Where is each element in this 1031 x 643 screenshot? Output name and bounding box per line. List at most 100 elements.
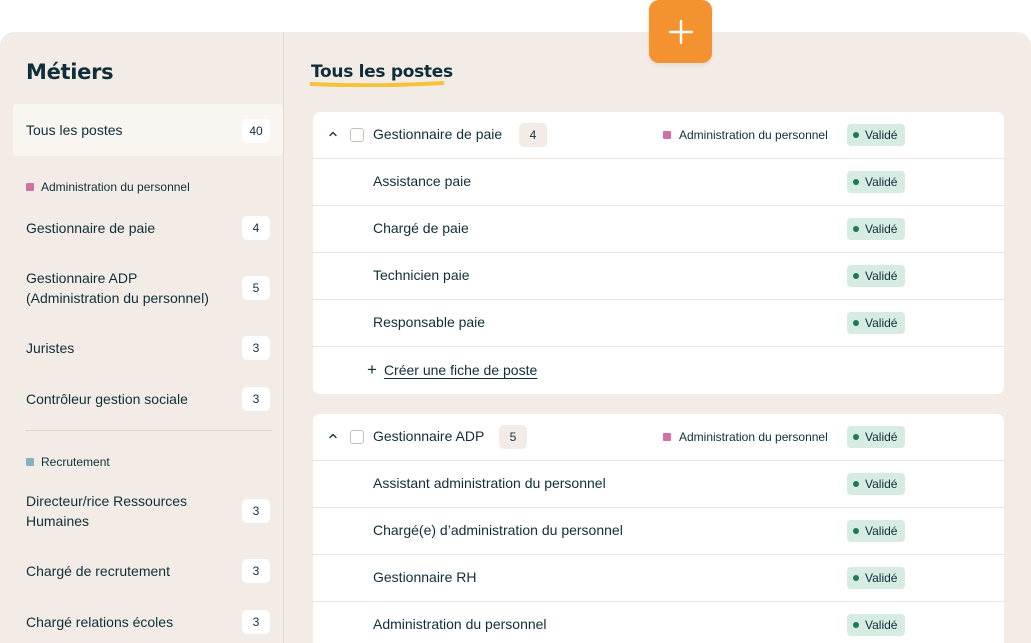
job-row[interactable]: Chargé(e) d’administration du personnel …	[313, 508, 1004, 555]
job-row[interactable]: Chargé de paie Validé	[313, 206, 1004, 253]
status-badge: Validé	[847, 614, 906, 636]
job-group-header[interactable]: Gestionnaire ADP 5 Administration du per…	[313, 414, 1004, 461]
sidebar-item-gestionnaire-paie[interactable]: Gestionnaire de paie	[26, 218, 155, 238]
chevron-up-icon[interactable]	[327, 430, 339, 442]
job-name: Technicien paie	[373, 267, 470, 283]
add-button[interactable]	[649, 0, 712, 63]
status-label: Validé	[865, 524, 898, 538]
status-badge: Validé	[847, 171, 906, 193]
job-name: Chargé(e) d’administration du personnel	[373, 522, 623, 538]
job-row[interactable]: Assistance paie Validé	[313, 159, 1004, 206]
job-group-count: 5	[499, 425, 527, 449]
status-badge: Validé	[847, 567, 906, 589]
job-group-card: Gestionnaire de paie 4 Administration du…	[313, 112, 1004, 394]
title-underline	[310, 81, 444, 87]
status-dot	[853, 528, 859, 534]
job-name: Assistant administration du personnel	[373, 475, 606, 491]
job-row[interactable]: Technicien paie Validé	[313, 253, 1004, 300]
status-dot	[853, 320, 859, 326]
job-group-header[interactable]: Gestionnaire de paie 4 Administration du…	[313, 112, 1004, 159]
group-checkbox[interactable]	[350, 128, 364, 142]
main-panel: Tous les postes Gestionnaire de paie 4 A…	[285, 32, 1031, 643]
status-label: Validé	[865, 175, 898, 189]
sidebar-item-count: 3	[242, 387, 270, 411]
plus-icon: +	[367, 360, 377, 379]
sidebar-item-directeur-rh[interactable]: Directeur/rice Ressources Humaines	[26, 491, 187, 531]
sidebar-item-count: 3	[242, 610, 270, 634]
sidebar-item-label-line1: Gestionnaire ADP	[26, 270, 138, 286]
status-dot	[853, 481, 859, 487]
status-badge: Validé	[847, 265, 906, 287]
status-label: Validé	[865, 128, 898, 142]
create-job-row: + Créer une fiche de poste	[313, 347, 1004, 394]
sidebar-item-label-line1: Directeur/rice Ressources	[26, 493, 188, 509]
status-dot	[853, 434, 859, 440]
app-window: Métiers Tous les postes 40 Administratio…	[0, 32, 1031, 643]
status-label: Validé	[865, 269, 898, 283]
category-tag: Administration du personnel	[663, 128, 828, 142]
sidebar-item-gestionnaire-adp[interactable]: Gestionnaire ADP (Administration du pers…	[26, 268, 209, 308]
job-name: Chargé de paie	[373, 220, 469, 236]
job-row[interactable]: Gestionnaire RH Validé	[313, 555, 1004, 602]
status-dot	[853, 575, 859, 581]
sidebar-item-all-count: 40	[242, 119, 270, 143]
job-group-name: Gestionnaire ADP	[373, 428, 485, 444]
sidebar-group-label: Administration du personnel	[41, 180, 190, 194]
chevron-up-icon[interactable]	[327, 128, 339, 140]
sidebar-item-count: 5	[242, 276, 270, 300]
sidebar-item-charge-relations-ecoles[interactable]: Chargé relations écoles	[26, 612, 173, 632]
job-group-count: 4	[519, 123, 547, 147]
sidebar-title: Métiers	[26, 60, 114, 84]
sidebar-item-controleur[interactable]: Contrôleur gestion sociale	[26, 389, 188, 409]
job-name: Administration du personnel	[373, 616, 547, 632]
status-badge: Validé	[847, 124, 906, 146]
status-badge: Validé	[847, 473, 906, 495]
status-dot	[853, 622, 859, 628]
plus-icon	[668, 19, 693, 44]
create-job-link[interactable]: + Créer une fiche de poste	[367, 360, 538, 379]
job-name: Assistance paie	[373, 173, 472, 189]
status-dot	[853, 179, 859, 185]
status-label: Validé	[865, 430, 898, 444]
category-tag: Administration du personnel	[663, 430, 828, 444]
sidebar-item-juristes[interactable]: Juristes	[26, 338, 74, 358]
status-dot	[853, 132, 859, 138]
status-label: Validé	[865, 316, 898, 330]
category-color-square	[663, 433, 671, 441]
create-job-label: Créer une fiche de poste	[383, 362, 538, 378]
status-badge: Validé	[847, 520, 906, 542]
sidebar-item-count: 4	[242, 216, 270, 240]
group-checkbox[interactable]	[350, 430, 364, 444]
job-row[interactable]: Administration du personnel Validé	[313, 602, 1004, 643]
category-label: Administration du personnel	[679, 430, 828, 444]
sidebar-divider	[26, 430, 272, 431]
sidebar-item-charge-recrutement[interactable]: Chargé de recrutement	[26, 561, 170, 581]
status-dot	[853, 226, 859, 232]
category-color-square	[26, 183, 34, 191]
status-badge: Validé	[847, 426, 906, 448]
status-label: Validé	[865, 222, 898, 236]
category-color-square	[26, 458, 34, 466]
status-dot	[853, 273, 859, 279]
sidebar-item-count: 3	[242, 499, 270, 523]
sidebar-item-count: 3	[242, 336, 270, 360]
sidebar-item-label-line2: (Administration du personnel)	[26, 290, 209, 306]
job-name: Gestionnaire RH	[373, 569, 477, 585]
job-row[interactable]: Assistant administration du personnel Va…	[313, 461, 1004, 508]
status-label: Validé	[865, 477, 898, 491]
sidebar: Métiers Tous les postes 40 Administratio…	[0, 32, 284, 643]
job-group-name: Gestionnaire de paie	[373, 126, 503, 142]
page-title: Tous les postes	[311, 62, 453, 82]
job-row[interactable]: Responsable paie Validé	[313, 300, 1004, 347]
job-name: Responsable paie	[373, 314, 486, 330]
status-badge: Validé	[847, 218, 906, 240]
status-label: Validé	[865, 571, 898, 585]
status-badge: Validé	[847, 312, 906, 334]
sidebar-group-label: Recrutement	[41, 455, 110, 469]
category-color-square	[663, 131, 671, 139]
sidebar-item-all-label: Tous les postes	[26, 122, 123, 138]
job-group-card: Gestionnaire ADP 5 Administration du per…	[313, 414, 1004, 643]
status-label: Validé	[865, 618, 898, 632]
sidebar-group-recrutement: Recrutement	[26, 455, 110, 469]
sidebar-item-label-line2: Humaines	[26, 513, 90, 529]
